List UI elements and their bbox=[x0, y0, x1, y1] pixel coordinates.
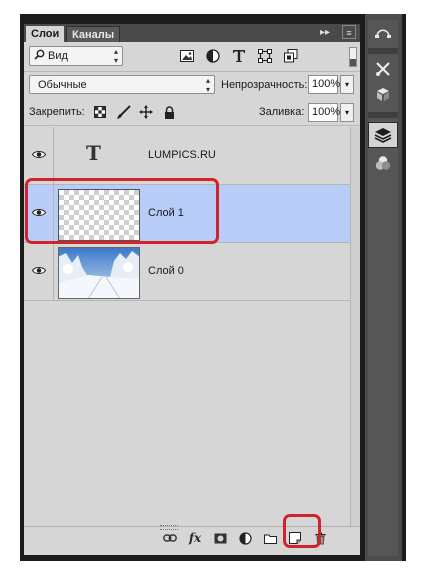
smart-object-filter-icon[interactable] bbox=[282, 47, 300, 65]
text-layer-thumbnail: T bbox=[86, 141, 101, 165]
add-mask-icon[interactable] bbox=[212, 530, 228, 546]
panel-tab-bar: Слои Каналы ▸▸ ≡ bbox=[24, 24, 360, 42]
fill-dropdown-button[interactable]: ▾ bbox=[340, 103, 354, 122]
filter-kind-select[interactable]: Вид ▴ ▾ bbox=[29, 46, 123, 66]
fill-label: Заливка: bbox=[259, 106, 305, 118]
select-arrows-icon: ▴ ▾ bbox=[113, 47, 118, 65]
panel-menu-button[interactable]: ≡ bbox=[342, 25, 356, 39]
search-icon bbox=[34, 49, 45, 63]
layers-footer: fx bbox=[24, 526, 360, 548]
collapse-panel-button[interactable]: ▸▸ bbox=[320, 26, 330, 40]
new-group-icon[interactable] bbox=[262, 530, 278, 546]
lock-icons bbox=[92, 104, 177, 120]
footer-icons: fx bbox=[162, 530, 328, 546]
adjustment-filter-icon[interactable] bbox=[204, 47, 222, 65]
tab-channels[interactable]: Каналы bbox=[66, 26, 121, 42]
eye-icon bbox=[31, 266, 46, 278]
delete-layer-icon[interactable] bbox=[312, 530, 328, 546]
link-layers-icon[interactable] bbox=[162, 530, 178, 546]
opacity-dropdown-button[interactable]: ▾ bbox=[340, 75, 354, 94]
lock-pixels-icon[interactable] bbox=[115, 104, 131, 120]
layers-icon[interactable] bbox=[368, 122, 398, 148]
layer-row-layer0[interactable]: Слой 0 bbox=[24, 243, 350, 301]
eye-icon bbox=[31, 150, 46, 162]
panel-resize-grip[interactable] bbox=[160, 525, 178, 530]
3d-icon[interactable] bbox=[368, 82, 398, 108]
layer-name[interactable]: LUMPICS.RU bbox=[148, 149, 216, 161]
image-filter-icon[interactable] bbox=[178, 47, 196, 65]
layer-list-empty-area bbox=[24, 302, 350, 526]
dock-separator bbox=[368, 48, 398, 54]
blend-mode-value: Обычные bbox=[38, 79, 87, 91]
lock-position-icon[interactable] bbox=[138, 104, 154, 120]
opacity-input[interactable]: 100% bbox=[308, 75, 340, 94]
tab-layers[interactable]: Слои bbox=[26, 26, 65, 42]
screenshot-frame: Слои Каналы ▸▸ ≡ Вид ▴ ▾ Обычные ▴ ▾ Неп… bbox=[0, 0, 426, 575]
lock-all-icon[interactable] bbox=[161, 104, 177, 120]
tools-icon[interactable] bbox=[368, 56, 398, 82]
adjustment-layer-icon[interactable] bbox=[237, 530, 253, 546]
visibility-toggle[interactable] bbox=[24, 185, 54, 242]
layer-row-lumpics[interactable]: T LUMPICS.RU bbox=[24, 127, 350, 185]
curves-icon[interactable] bbox=[368, 18, 398, 44]
type-filter-icon[interactable] bbox=[230, 47, 248, 65]
layer-list-scrollbar[interactable] bbox=[350, 127, 360, 526]
right-dock bbox=[365, 14, 402, 561]
visibility-toggle[interactable] bbox=[24, 243, 54, 300]
fx-icon[interactable]: fx bbox=[187, 530, 203, 546]
layer-list: T LUMPICS.RU Слой 1 Слой 0 bbox=[24, 127, 350, 302]
visibility-toggle[interactable] bbox=[24, 127, 54, 184]
dock-separator bbox=[368, 112, 398, 118]
channels-icon[interactable] bbox=[368, 150, 398, 176]
fill-input[interactable]: 100% bbox=[308, 103, 340, 122]
eye-icon bbox=[31, 208, 46, 220]
shape-filter-icon[interactable] bbox=[256, 47, 274, 65]
lock-row: Закрепить: Заливка: 100% ▾ bbox=[24, 100, 360, 126]
fx-label: fx bbox=[188, 531, 202, 545]
layer-name[interactable]: Слой 1 bbox=[148, 207, 184, 219]
blend-row: Обычные ▴ ▾ Непрозрачность: 100% ▾ bbox=[24, 73, 360, 99]
filter-icons bbox=[178, 46, 300, 66]
new-layer-icon[interactable] bbox=[287, 530, 303, 546]
filter-kind-value: Вид bbox=[48, 50, 68, 62]
layer-name[interactable]: Слой 0 bbox=[148, 265, 184, 277]
opacity-label: Непрозрачность: bbox=[221, 79, 308, 91]
blend-mode-select[interactable]: Обычные ▴ ▾ bbox=[29, 75, 215, 94]
select-arrows-icon: ▴ ▾ bbox=[205, 76, 210, 94]
lock-label: Закрепить: bbox=[29, 106, 85, 118]
layer-row-layer1[interactable]: Слой 1 bbox=[24, 185, 350, 243]
layers-panel: Слои Каналы ▸▸ ≡ Вид ▴ ▾ Обычные ▴ ▾ Неп… bbox=[24, 24, 360, 555]
filter-row: Вид ▴ ▾ bbox=[24, 42, 360, 72]
winter-photo-thumbnail bbox=[58, 247, 140, 300]
filter-toggle-switch[interactable] bbox=[349, 47, 357, 67]
lock-transparency-icon[interactable] bbox=[92, 104, 108, 120]
transparent-layer-thumbnail bbox=[58, 189, 140, 241]
